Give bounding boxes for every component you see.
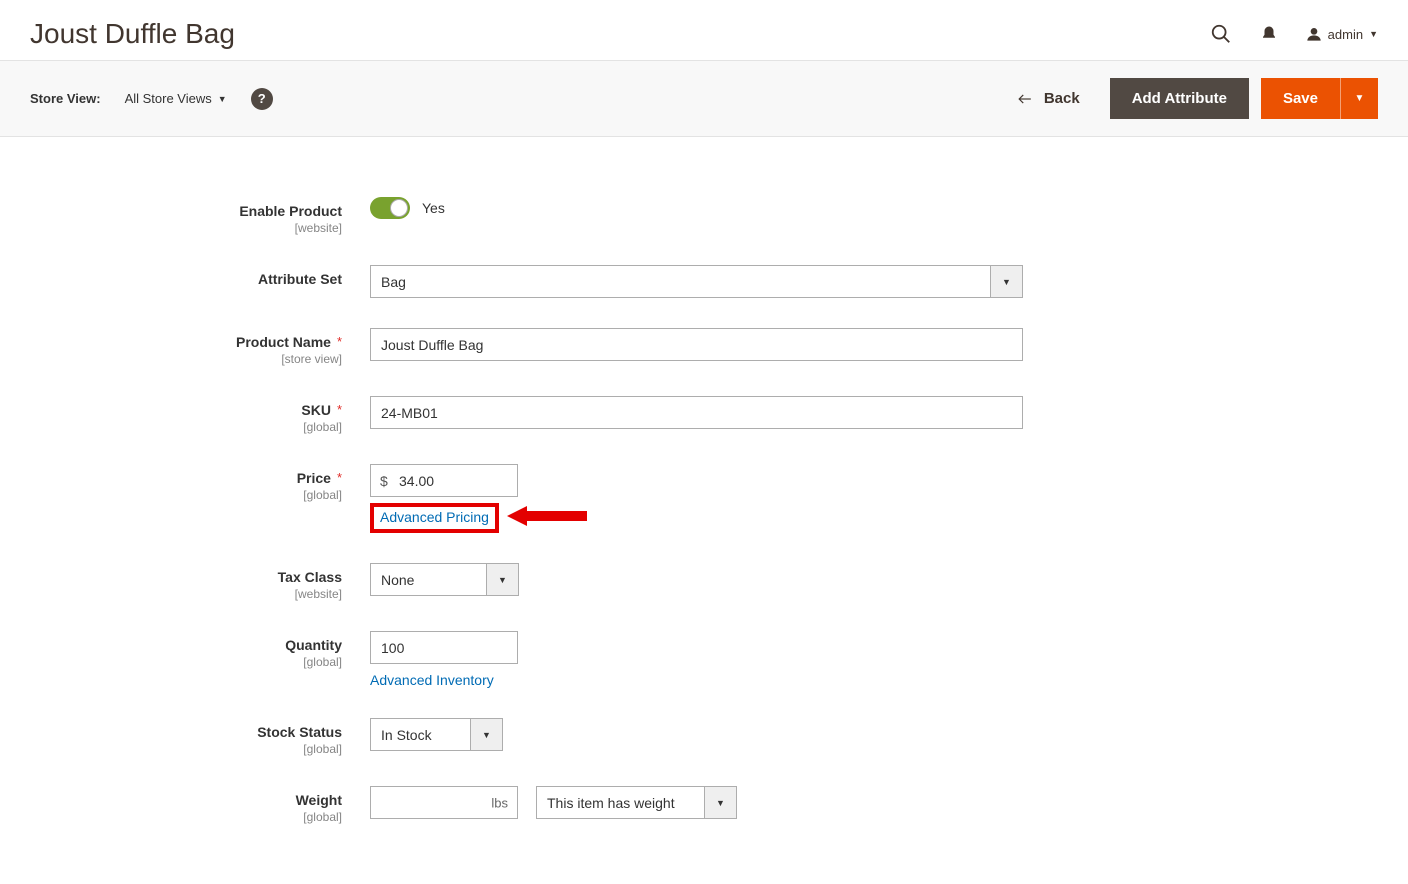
store-view-selector[interactable]: All Store Views ▼	[125, 91, 227, 106]
required-mark: *	[337, 402, 342, 417]
weight-unit: lbs	[491, 795, 508, 810]
tax-class-scope: [website]	[30, 587, 342, 601]
caret-down-icon: ▼	[218, 94, 227, 104]
weight-has-weight-select[interactable]: This item has weight ▼	[536, 786, 737, 819]
weight-has-weight-value: This item has weight	[536, 786, 704, 819]
price-input[interactable]	[370, 464, 518, 497]
sku-scope: [global]	[30, 420, 342, 434]
search-icon[interactable]	[1210, 23, 1232, 45]
product-name-input[interactable]	[370, 328, 1023, 361]
weight-scope: [global]	[30, 810, 342, 824]
tax-class-select[interactable]: None ▼	[370, 563, 519, 596]
store-view-value: All Store Views	[125, 91, 212, 106]
page-title: Joust Duffle Bag	[30, 18, 235, 50]
caret-down-icon: ▼	[1355, 93, 1365, 104]
quantity-input[interactable]	[370, 631, 518, 664]
arrow-left-icon	[1016, 92, 1034, 106]
enable-product-toggle[interactable]	[370, 197, 410, 219]
enable-product-value: Yes	[422, 200, 445, 216]
caret-down-icon: ▼	[704, 786, 737, 819]
advanced-pricing-link[interactable]: Advanced Pricing	[380, 509, 489, 525]
stock-status-scope: [global]	[30, 742, 342, 756]
toggle-knob	[390, 199, 408, 217]
sku-label: SKU	[301, 402, 331, 418]
price-label: Price	[297, 470, 331, 486]
caret-down-icon: ▼	[486, 563, 519, 596]
enable-product-label: Enable Product	[30, 203, 342, 219]
required-mark: *	[337, 470, 342, 485]
save-button[interactable]: Save	[1261, 78, 1340, 119]
weight-label: Weight	[30, 792, 342, 808]
notifications-icon[interactable]	[1260, 25, 1278, 43]
enable-product-scope: [website]	[30, 221, 342, 235]
save-dropdown-toggle[interactable]: ▼	[1340, 78, 1378, 119]
attribute-set-select[interactable]: Bag ▼	[370, 265, 1023, 298]
currency-symbol: $	[380, 473, 388, 489]
product-name-label: Product Name	[236, 334, 331, 350]
store-view-label: Store View:	[30, 91, 101, 106]
user-menu[interactable]: admin ▼	[1306, 26, 1378, 42]
quantity-label: Quantity	[30, 637, 342, 653]
back-button[interactable]: Back	[1016, 90, 1080, 107]
stock-status-label: Stock Status	[30, 724, 342, 740]
product-name-scope: [store view]	[30, 352, 342, 366]
price-scope: [global]	[30, 488, 342, 502]
quantity-scope: [global]	[30, 655, 342, 669]
attribute-set-label: Attribute Set	[30, 271, 342, 287]
required-mark: *	[337, 334, 342, 349]
caret-down-icon: ▼	[470, 718, 503, 751]
add-attribute-button[interactable]: Add Attribute	[1110, 78, 1249, 119]
advanced-inventory-link[interactable]: Advanced Inventory	[370, 672, 494, 688]
caret-down-icon: ▼	[1369, 29, 1378, 39]
attribute-set-value: Bag	[370, 265, 990, 298]
tax-class-value: None	[370, 563, 486, 596]
stock-status-select[interactable]: In Stock ▼	[370, 718, 503, 751]
arrow-callout-icon	[507, 503, 587, 529]
help-icon[interactable]: ?	[251, 88, 273, 110]
user-label: admin	[1328, 27, 1363, 42]
advanced-pricing-highlight: Advanced Pricing	[370, 503, 499, 533]
back-label: Back	[1044, 90, 1080, 107]
user-icon	[1306, 26, 1322, 42]
caret-down-icon: ▼	[990, 265, 1023, 298]
tax-class-label: Tax Class	[30, 569, 342, 585]
stock-status-value: In Stock	[370, 718, 470, 751]
sku-input[interactable]	[370, 396, 1023, 429]
